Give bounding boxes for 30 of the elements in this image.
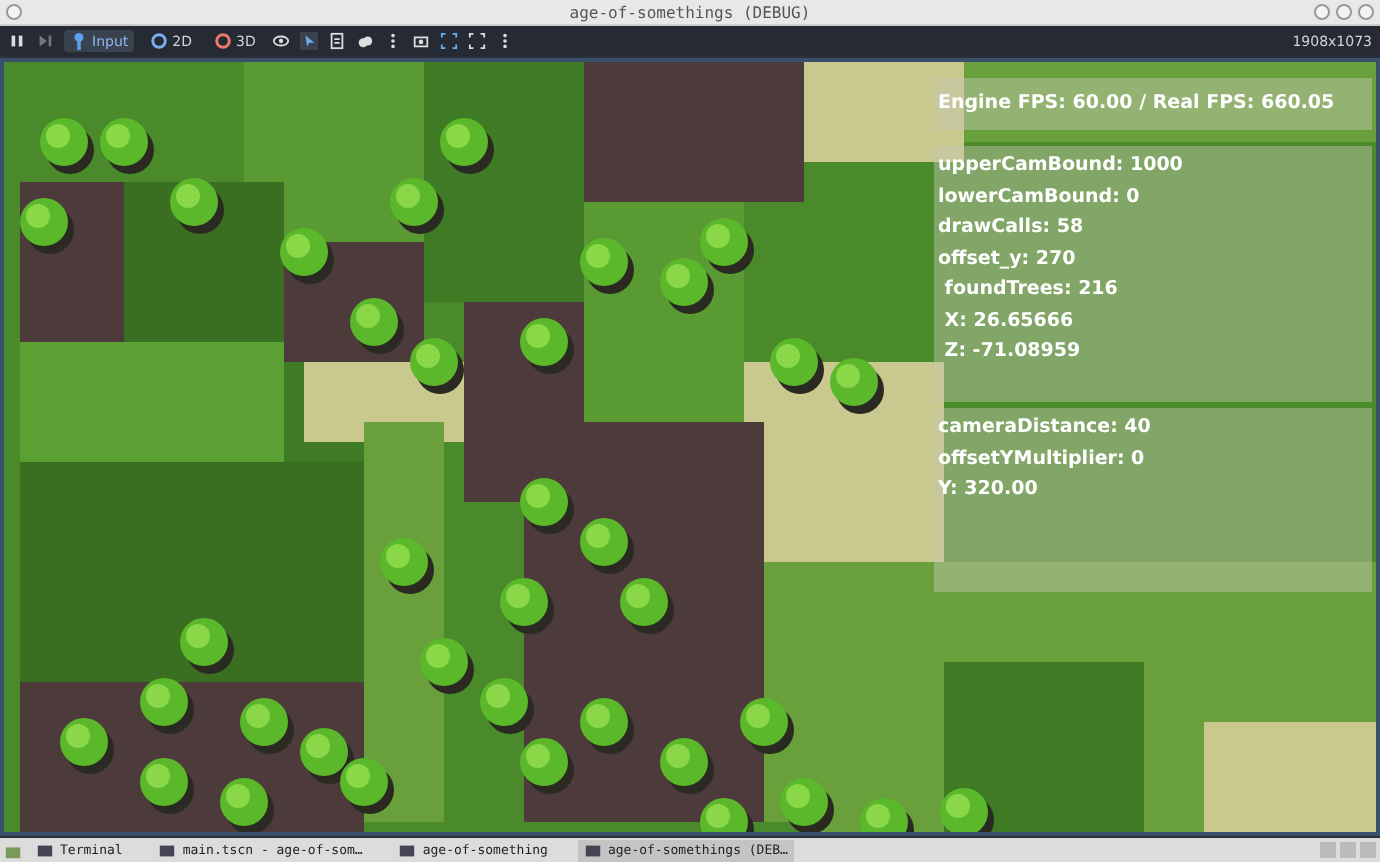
cloud-icon[interactable]: [355, 32, 374, 50]
minimize-button[interactable]: [1314, 4, 1330, 20]
maximize-button[interactable]: [1336, 4, 1352, 20]
window-title: age-of-somethings (DEBUG): [569, 3, 811, 21]
step-icon[interactable]: [36, 32, 54, 50]
stat-line: drawCalls: 58: [938, 214, 1086, 242]
stat-line: upperCamBound: 1000: [938, 152, 1185, 180]
window-icon: [583, 841, 602, 859]
window-icon: [158, 841, 177, 859]
stat-line: foundTrees: 216: [942, 276, 1120, 304]
eye-icon[interactable]: [271, 32, 290, 50]
stat-line: Y: 320.00: [938, 476, 1040, 504]
window-icon: [36, 841, 54, 859]
frame-icon[interactable]: [439, 32, 458, 50]
window-icon: [398, 841, 417, 859]
expand-icon[interactable]: [467, 32, 486, 50]
stat-line: offsetYMultiplier: 0: [938, 445, 1147, 473]
circle-icon: [150, 32, 169, 50]
stat-line: Z: -71.08959: [942, 338, 1083, 366]
cursor-icon[interactable]: [299, 32, 318, 50]
close-button[interactable]: [1358, 4, 1374, 20]
stat-line: offset_y: 270: [938, 245, 1078, 273]
camera-icon[interactable]: [411, 32, 430, 50]
stat-line: X: 26.65666: [942, 307, 1076, 335]
list-icon[interactable]: [327, 32, 346, 50]
pause-icon[interactable]: [8, 32, 26, 50]
menu-button[interactable]: [6, 4, 22, 20]
stat-line: cameraDistance: 40: [938, 414, 1153, 442]
stat-line: lowerCamBound: 0: [938, 183, 1142, 211]
fps-label: Engine FPS: 60.00 / Real FPS: 660.05: [934, 78, 1372, 129]
